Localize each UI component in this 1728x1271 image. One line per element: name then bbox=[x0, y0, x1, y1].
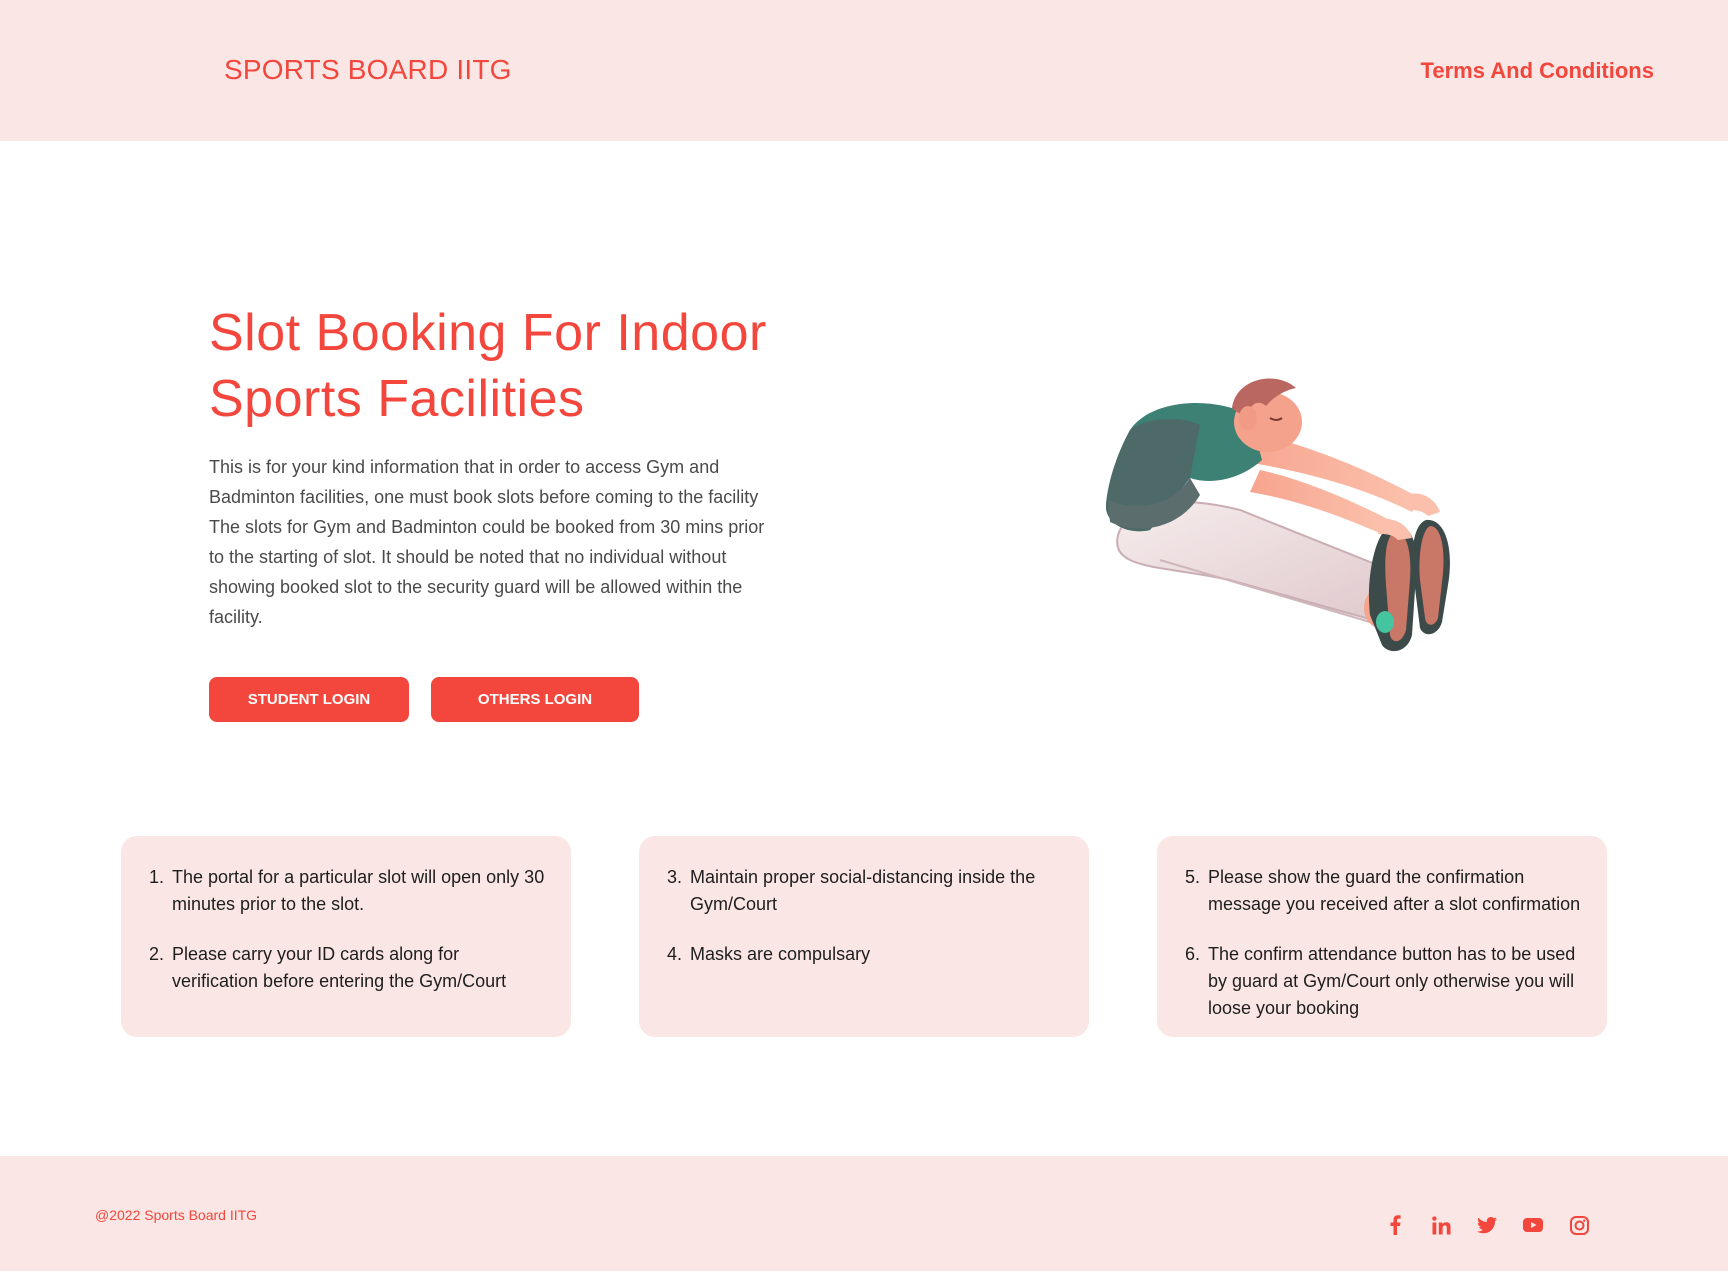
student-login-button[interactable]: STUDENT LOGIN bbox=[209, 677, 409, 722]
rule-number: 6. bbox=[1185, 944, 1201, 964]
rules-card-2: 3. Maintain proper social-distancing ins… bbox=[639, 836, 1089, 1037]
brand-logo-text[interactable]: SPORTS BOARD IITG bbox=[224, 54, 512, 86]
rule-text: The portal for a particular slot will op… bbox=[172, 867, 545, 914]
rule-item: 1. The portal for a particular slot will… bbox=[149, 864, 547, 918]
rule-number: 4. bbox=[667, 944, 683, 964]
rule-number: 5. bbox=[1185, 867, 1201, 887]
hero-description: This is for your kind information that i… bbox=[209, 457, 765, 627]
rule-item: 2. Please carry your ID cards along for … bbox=[149, 941, 547, 995]
rule-item: 4. Masks are compulsary bbox=[667, 941, 1065, 968]
rule-item: 5. Please show the guard the confirmatio… bbox=[1185, 864, 1583, 918]
rule-item: 3. Maintain proper social-distancing ins… bbox=[667, 864, 1065, 918]
rule-number: 2. bbox=[149, 944, 165, 964]
page-title: Slot Booking For Indoor Sports Facilitie… bbox=[209, 304, 767, 428]
rule-text: Masks are compulsary bbox=[690, 944, 871, 964]
others-login-button[interactable]: OTHERS LOGIN bbox=[431, 677, 639, 722]
rule-number: 1. bbox=[149, 867, 165, 887]
terms-and-conditions-link[interactable]: Terms And Conditions bbox=[1421, 58, 1654, 84]
rule-text: Please show the guard the confirmation m… bbox=[1208, 867, 1581, 914]
rules-card-3: 5. Please show the guard the confirmatio… bbox=[1157, 836, 1607, 1037]
copyright-text: @2022 Sports Board IITG bbox=[95, 1207, 258, 1223]
site-header: SPORTS BOARD IITG Terms And Conditions bbox=[0, 0, 1728, 141]
rule-number: 3. bbox=[667, 867, 683, 887]
twitter-icon[interactable] bbox=[1474, 1212, 1500, 1238]
youtube-icon[interactable] bbox=[1520, 1212, 1546, 1238]
stretching-person-illustration bbox=[1105, 378, 1450, 652]
rules-card-1: 1. The portal for a particular slot will… bbox=[121, 836, 571, 1037]
rule-text: Maintain proper social-distancing inside… bbox=[690, 867, 1036, 914]
rule-text: The confirm attendance button has to be … bbox=[1208, 944, 1576, 1018]
rule-item: 6. The confirm attendance button has to … bbox=[1185, 941, 1583, 1022]
facebook-icon[interactable] bbox=[1382, 1212, 1408, 1238]
social-links bbox=[1382, 1212, 1592, 1238]
linkedin-icon[interactable] bbox=[1428, 1212, 1454, 1238]
instagram-icon[interactable] bbox=[1566, 1212, 1592, 1238]
rule-text: Please carry your ID cards along for ver… bbox=[172, 944, 507, 991]
site-footer: @2022 Sports Board IITG bbox=[0, 1156, 1728, 1271]
